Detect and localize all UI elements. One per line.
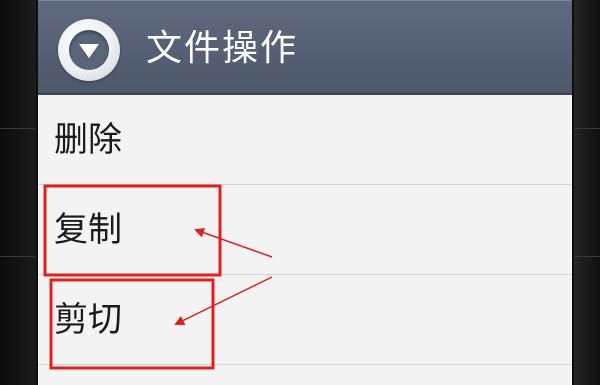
menu-item-label: 删除 [54,120,122,160]
backdrop-divider [0,256,36,257]
triangle-down-icon [79,44,99,58]
menu-item-next[interactable] [38,365,572,385]
dialog-header: 文件操作 [38,0,572,95]
menu-item-delete[interactable]: 删除 [38,95,572,185]
backdrop-right [574,0,600,385]
menu-item-label: 剪切 [54,300,122,340]
dialog-title: 文件操作 [146,28,299,69]
backdrop-divider [574,128,600,129]
backdrop-divider [574,256,600,257]
dropdown-circle-icon [58,19,120,81]
menu-item-copy[interactable]: 复制 [38,185,572,275]
file-operation-menu: 删除 复制 剪切 [38,95,572,385]
menu-item-label: 复制 [54,210,122,250]
menu-item-cut[interactable]: 剪切 [38,275,572,365]
backdrop-divider [0,128,36,129]
file-operations-dialog: 文件操作 删除 复制 剪切 [36,0,574,385]
backdrop-left [0,0,36,385]
